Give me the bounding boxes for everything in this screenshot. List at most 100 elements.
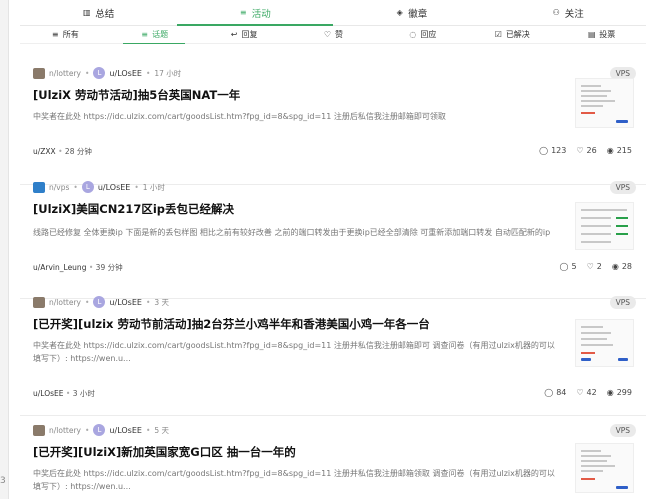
comment-icon: ◯ xyxy=(559,262,569,271)
topic-meta: n/lottery • L u/LOsEE • 3 天 xyxy=(33,296,169,308)
main-tabs: ▥ 总结 ≡ 活动 ◈ 徽章 ⚇ 关注 xyxy=(20,0,646,26)
author-link[interactable]: u/LOsEE xyxy=(109,298,142,307)
last-poster-link[interactable]: u/Arvin_Leung xyxy=(33,263,86,272)
heart-icon: ♡ xyxy=(323,29,332,39)
node-link[interactable]: n/vps xyxy=(49,183,69,192)
topic-title[interactable]: [已开奖][UlziX]新加英国家宽G口区 抽一台一年的 xyxy=(33,444,553,460)
filter-replies[interactable]: ↩ 回复 xyxy=(199,25,288,43)
list-icon: ≡ xyxy=(141,29,148,39)
topic-meta: n/vps • L u/LOsEE • 1 小时 xyxy=(33,181,165,193)
filter-all-label: 所有 xyxy=(62,29,79,39)
last-poster: u/ZXX • 28 分钟 xyxy=(33,147,92,156)
eye-icon: ◉ xyxy=(606,388,614,397)
tag-badge[interactable]: VPS xyxy=(609,181,636,194)
tab-follow-label: 关注 xyxy=(564,8,584,20)
topic-title[interactable]: [UlziX]美国CN217区ip丢包已经解决 xyxy=(33,201,553,217)
heart-icon: ♡ xyxy=(586,262,594,271)
last-post-time: 3 小时 xyxy=(72,389,95,398)
post-time: 5 天 xyxy=(154,425,170,435)
reply-icon: ↩ xyxy=(230,29,238,39)
chart-icon: ▥ xyxy=(82,8,91,17)
view-count: ◉ 215 xyxy=(606,146,632,155)
tag-badge[interactable]: VPS xyxy=(609,424,636,437)
filter-responses[interactable]: ◌ 回应 xyxy=(378,25,467,43)
reply-count: ◯ 5 xyxy=(559,262,577,271)
filter-solved[interactable]: ☑ 已解决 xyxy=(467,25,556,43)
users-icon: ⚇ xyxy=(552,8,560,17)
left-edge-panel: 3 xyxy=(0,0,9,499)
poll-icon: ▤ xyxy=(587,29,596,39)
tab-activity[interactable]: ≡ 活动 xyxy=(176,0,334,26)
filter-responses-label: 回应 xyxy=(420,29,437,39)
tab-badges-label: 徽章 xyxy=(408,8,428,20)
topic-thumbnail[interactable] xyxy=(575,443,634,493)
last-poster-link[interactable]: u/ZXX xyxy=(33,147,56,156)
comment-icon: ◯ xyxy=(544,388,554,397)
filter-likes-label: 赞 xyxy=(334,29,343,39)
last-poster: u/LOsEE • 3 小时 xyxy=(33,389,95,398)
topic-meta: n/lottery • L u/LOsEE • 17 小时 xyxy=(33,67,181,79)
author-link[interactable]: u/LOsEE xyxy=(109,69,142,78)
filter-topics-label: 话题 xyxy=(152,29,169,39)
eye-icon: ◉ xyxy=(606,146,614,155)
filter-solved-label: 已解决 xyxy=(505,29,530,39)
topic-item[interactable]: n/vps • L u/LOsEE • 1 小时 VPS [UlziX]美国CN… xyxy=(20,174,646,299)
last-post-time: 28 分钟 xyxy=(64,147,92,156)
node-link[interactable]: n/lottery xyxy=(49,426,81,435)
tab-follow[interactable]: ⚇ 关注 xyxy=(490,0,647,25)
topic-item[interactable]: n/lottery • L u/LOsEE • 17 小时 VPS [UlziX… xyxy=(20,60,646,185)
topic-excerpt: 中奖者在此处 https://idc.ulzix.com/cart/goodsL… xyxy=(33,112,446,121)
topic-title[interactable]: [UlziX 劳动节活动]抽5台英国NAT一年 xyxy=(33,87,553,103)
heart-icon: ♡ xyxy=(576,388,584,397)
edge-mark: 3 xyxy=(0,476,6,486)
tag-badge[interactable]: VPS xyxy=(609,296,636,309)
author-link[interactable]: u/LOsEE xyxy=(109,426,142,435)
view-count: ◉ 28 xyxy=(611,262,632,271)
filter-likes[interactable]: ♡ 赞 xyxy=(288,25,377,43)
node-icon xyxy=(33,424,45,436)
tab-summary-label: 总结 xyxy=(95,8,115,20)
node-icon xyxy=(33,67,45,79)
like-count: ♡ 26 xyxy=(576,146,597,155)
list-icon: ≡ xyxy=(239,8,247,17)
last-poster-link[interactable]: u/LOsEE xyxy=(33,389,63,398)
post-time: 1 小时 xyxy=(142,182,165,192)
comment-icon: ◌ xyxy=(409,29,417,39)
list-icon: ≡ xyxy=(51,29,59,39)
topic-item[interactable]: n/lottery • L u/LOsEE • 5 天 VPS [已开奖][Ul… xyxy=(20,417,646,499)
node-link[interactable]: n/lottery xyxy=(49,298,81,307)
tab-activity-label: 活动 xyxy=(251,8,271,20)
topic-excerpt: 线路已经修复 全体更换ip 下面是新的丢包样图 相比之前有较好改善 之前的端口转… xyxy=(33,228,551,237)
eye-icon: ◉ xyxy=(611,262,619,271)
check-square-icon: ☑ xyxy=(494,29,502,39)
avatar[interactable]: L xyxy=(81,181,94,193)
topic-excerpt: 中奖后在此处 https://idc.ulzix.com/cart/goodsL… xyxy=(33,469,555,491)
avatar[interactable]: L xyxy=(93,424,106,436)
topic-item[interactable]: n/lottery • L u/LOsEE • 3 天 VPS [已开奖][ul… xyxy=(20,289,646,416)
topic-thumbnail[interactable] xyxy=(575,319,634,367)
node-icon xyxy=(33,296,45,308)
filter-topics[interactable]: ≡ 话题 xyxy=(109,25,198,44)
tab-summary[interactable]: ▥ 总结 xyxy=(20,0,177,25)
node-link[interactable]: n/lottery xyxy=(49,69,81,78)
like-count: ♡ 2 xyxy=(586,262,602,271)
last-poster: u/Arvin_Leung • 39 分钟 xyxy=(33,263,123,272)
view-count: ◉ 299 xyxy=(606,388,632,397)
topic-stats: ◯ 5 ♡ 2 ◉ 28 xyxy=(560,262,632,271)
topic-thumbnail[interactable] xyxy=(575,202,634,250)
filter-all[interactable]: ≡ 所有 xyxy=(20,25,109,43)
like-count: ♡ 42 xyxy=(576,388,597,397)
post-time: 17 小时 xyxy=(154,68,182,78)
avatar[interactable]: L xyxy=(93,67,106,79)
avatar[interactable]: L xyxy=(93,296,106,308)
topic-stats: ◯ 123 ♡ 26 ◉ 215 xyxy=(539,146,632,155)
author-link[interactable]: u/LOsEE xyxy=(98,183,131,192)
topic-meta: n/lottery • L u/LOsEE • 5 天 xyxy=(33,424,169,436)
topic-stats: ◯ 84 ♡ 42 ◉ 299 xyxy=(544,388,632,397)
filter-polls[interactable]: ▤ 投票 xyxy=(557,25,646,43)
topic-title[interactable]: [已开奖][ulzix 劳动节前活动]抽2台芬兰小鸡半年和香港美国小鸡一年各一台 xyxy=(33,316,553,332)
tab-badges[interactable]: ◈ 徽章 xyxy=(333,0,490,25)
reply-count: ◯ 123 xyxy=(539,146,567,155)
reply-count: ◯ 84 xyxy=(544,388,567,397)
topic-thumbnail[interactable] xyxy=(575,78,634,128)
